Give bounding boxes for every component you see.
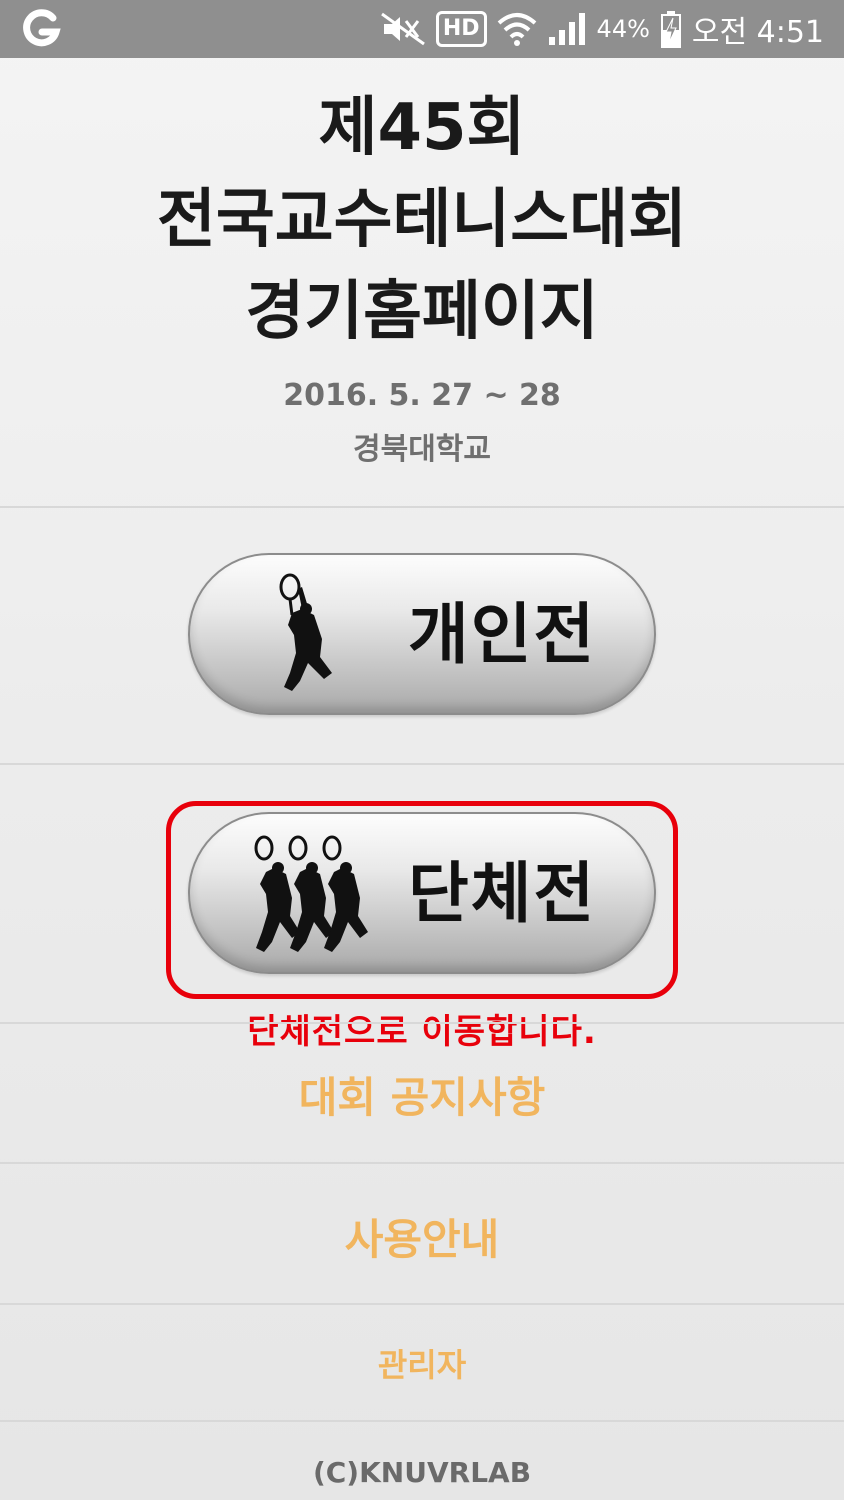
admin-link[interactable]: 관리자 (0, 1340, 844, 1386)
event-date: 2016. 5. 27 ~ 28 (283, 378, 561, 413)
divider (0, 506, 844, 508)
individual-match-button[interactable]: 개인전 (188, 553, 656, 715)
wifi-icon (497, 11, 537, 47)
event-location: 경북대학교 (353, 432, 491, 467)
divider (0, 1303, 844, 1305)
carrier-logo-icon (20, 8, 62, 50)
divider (0, 763, 844, 765)
divider (0, 1162, 844, 1164)
highlight-box (166, 801, 678, 999)
title-line-1: 제45회 (318, 91, 526, 165)
individual-match-label: 개인전 (408, 596, 597, 673)
guide-link[interactable]: 사용안내 (0, 1206, 844, 1267)
title-line-2: 전국교수테니스대회 (157, 183, 687, 257)
tennis-player-icon (279, 573, 332, 691)
status-bar: HD 44% 오전 4:51 (0, 0, 844, 58)
title-line-3: 경기홈페이지 (245, 275, 599, 349)
mute-icon (380, 12, 426, 46)
battery-percent: 44% (596, 15, 650, 43)
clock: 오전 4:51 (691, 15, 824, 50)
divider (0, 1420, 844, 1422)
footer-copyright: (C)KNUVRLAB (312, 1456, 532, 1489)
signal-icon (547, 11, 587, 47)
status-icons: HD 44% 오전 4:51 (380, 0, 824, 58)
notice-link[interactable]: 대회 공지사항 (0, 1064, 844, 1125)
divider (0, 1022, 844, 1024)
page-title: 제45회 전국교수테니스대회 경기홈페이지 (0, 82, 844, 358)
annotation-text: 단체전으로 이동합니다. (247, 1012, 597, 1052)
hd-voice-icon: HD (435, 11, 487, 47)
battery-charging-icon (660, 10, 682, 48)
